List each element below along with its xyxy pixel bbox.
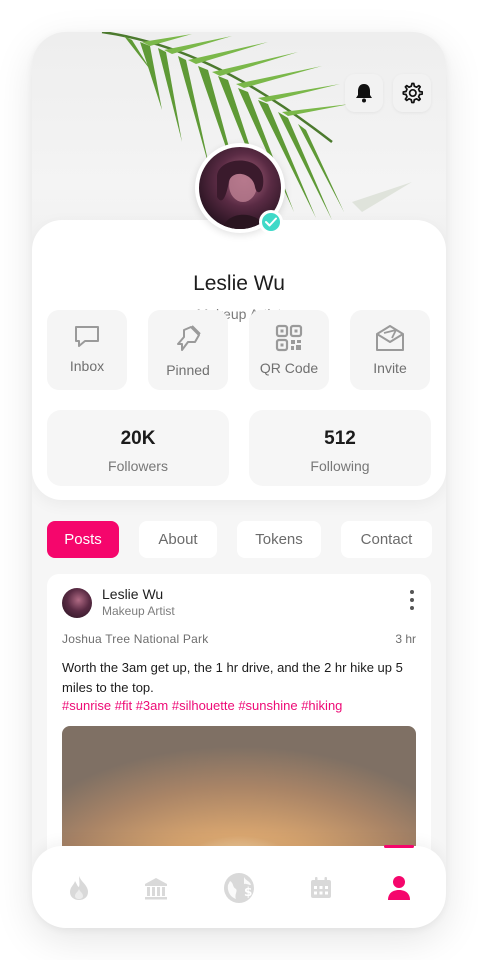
more-options-icon[interactable] bbox=[408, 590, 416, 614]
bottom-nav: $ bbox=[32, 845, 446, 928]
gear-icon bbox=[402, 82, 423, 104]
invite-label: Invite bbox=[373, 360, 407, 376]
nav-calendar[interactable] bbox=[301, 870, 341, 906]
invite-button[interactable]: Invite bbox=[350, 310, 430, 390]
followers-stat[interactable]: 20K Followers bbox=[47, 410, 229, 486]
nav-wallet[interactable]: $ bbox=[219, 870, 259, 906]
verified-badge-icon bbox=[259, 210, 283, 234]
following-label: Following bbox=[310, 458, 370, 474]
followers-count: 20K bbox=[120, 428, 156, 449]
post-author-name[interactable]: Leslie Wu bbox=[102, 586, 163, 602]
globe-dollar-icon: $ bbox=[224, 873, 254, 903]
notifications-button[interactable] bbox=[345, 74, 383, 112]
inbox-button[interactable]: Inbox bbox=[47, 310, 127, 390]
calendar-icon bbox=[311, 877, 331, 898]
nav-trending[interactable] bbox=[59, 870, 99, 906]
message-icon bbox=[75, 326, 99, 347]
active-tab-indicator bbox=[384, 845, 414, 848]
bank-icon bbox=[145, 878, 167, 900]
inbox-label: Inbox bbox=[69, 358, 105, 374]
post-text: Worth the 3am get up, the 1 hr drive, an… bbox=[62, 660, 403, 695]
settings-button[interactable] bbox=[393, 74, 431, 112]
post-author-role: Makeup Artist bbox=[102, 604, 175, 618]
tab-about[interactable]: About bbox=[139, 521, 217, 558]
fire-icon bbox=[70, 876, 88, 900]
following-count: 512 bbox=[324, 428, 356, 449]
qr-code-label: QR Code bbox=[259, 360, 319, 376]
user-icon bbox=[388, 876, 410, 900]
tab-tokens[interactable]: Tokens bbox=[237, 521, 321, 558]
profile-name: Leslie Wu bbox=[193, 272, 285, 295]
post-time: 3 hr bbox=[395, 632, 416, 646]
followers-label: Followers bbox=[108, 458, 168, 474]
tab-contact[interactable]: Contact bbox=[341, 521, 432, 558]
post-location: Joshua Tree National Park bbox=[62, 632, 209, 646]
post-hashtags[interactable]: #sunrise #fit #3am #silhouette #sunshine… bbox=[62, 698, 342, 713]
pinned-button[interactable]: Pinned bbox=[148, 310, 228, 390]
envelope-icon bbox=[376, 325, 404, 351]
phone-frame: Leslie Wu Makeup Artist Inbox Pinned QR … bbox=[32, 32, 446, 928]
qr-code-icon bbox=[275, 324, 303, 352]
following-stat[interactable]: 512 Following bbox=[249, 410, 431, 486]
nav-profile[interactable] bbox=[379, 870, 419, 906]
bell-icon bbox=[356, 84, 372, 103]
nav-bank[interactable] bbox=[136, 870, 176, 906]
svg-text:$: $ bbox=[244, 885, 252, 899]
pinned-label: Pinned bbox=[166, 362, 210, 378]
post-author-avatar[interactable] bbox=[62, 588, 92, 618]
pin-icon bbox=[177, 325, 201, 351]
tab-posts[interactable]: Posts bbox=[47, 521, 119, 558]
qr-code-button[interactable]: QR Code bbox=[249, 310, 329, 390]
